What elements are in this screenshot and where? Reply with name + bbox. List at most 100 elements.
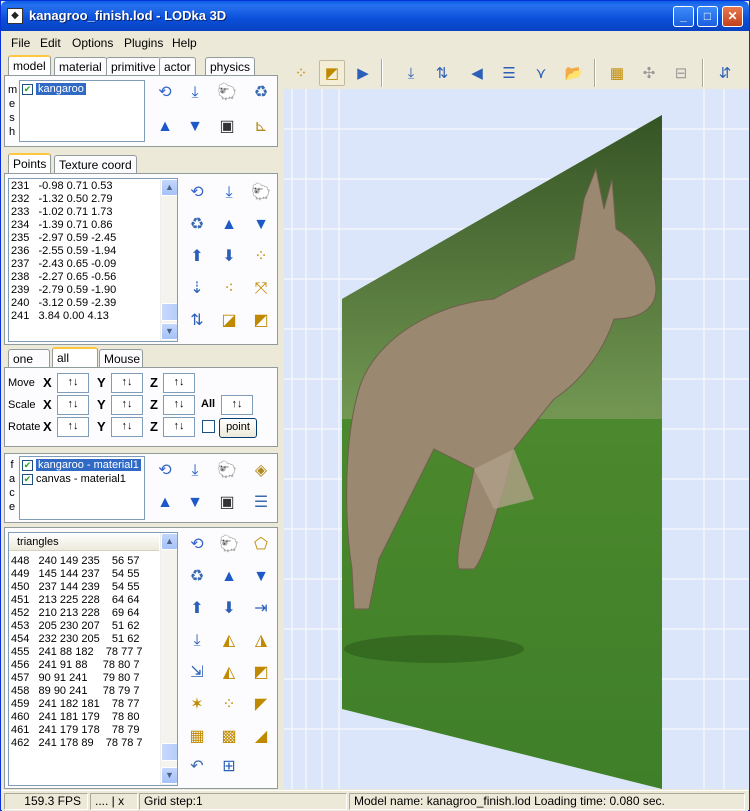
axis-icon[interactable]: ⊾: [249, 116, 273, 138]
tab-mouse[interactable]: Mouse: [99, 349, 143, 367]
move-z-spinner[interactable]: ↑↓: [163, 373, 195, 393]
table-row[interactable]: 450 237 144 239 54 55: [11, 581, 159, 594]
move-y-spinner[interactable]: ↑↓: [111, 373, 143, 393]
move-up-icon[interactable]: ▲: [217, 566, 241, 588]
close-button[interactable]: ✕: [722, 6, 743, 27]
list-icon[interactable]: ☰: [249, 492, 273, 514]
triangles-icon[interactable]: ◩: [319, 60, 345, 86]
move-up-icon[interactable]: ▲: [217, 214, 241, 236]
scale-all-spinner[interactable]: ↑↓: [221, 395, 253, 415]
triangles-scrollbar[interactable]: ▲ ▼: [160, 533, 177, 785]
list-item[interactable]: 237 -2.43 0.65 -0.09: [11, 258, 159, 271]
sheep-icon[interactable]: 🐑: [217, 534, 241, 556]
bucket-icon[interactable]: ♻: [185, 214, 209, 236]
triangles-list[interactable]: triangles 448 240 149 235 56 57 449 145 …: [8, 532, 178, 786]
tab-physics[interactable]: physics: [205, 57, 256, 75]
subdivide-icon[interactable]: ✶: [185, 694, 209, 716]
export-icon[interactable]: ⇥: [249, 598, 273, 620]
table-row[interactable]: 455 241 88 182 78 77 7: [11, 646, 159, 659]
points-list[interactable]: 231 -0.98 0.71 0.53 232 -1.32 0.50 2.79 …: [8, 178, 178, 342]
table-row[interactable]: 462 241 178 89 78 78 7: [11, 737, 159, 750]
table-row[interactable]: 452 210 213 228 69 64: [11, 607, 159, 620]
list-item[interactable]: 234 -1.39 0.71 0.86: [11, 219, 159, 232]
swap-icon[interactable]: ⇅: [429, 60, 455, 86]
tab-material[interactable]: material: [54, 57, 107, 75]
list-item[interactable]: 235 -2.97 0.59 -2.45: [11, 232, 159, 245]
scale-x-spinner[interactable]: ↑↓: [57, 395, 89, 415]
list-item[interactable]: 236 -2.55 0.59 -1.94: [11, 245, 159, 258]
import-icon[interactable]: ⤓: [183, 460, 207, 482]
list-item[interactable]: 233 -1.02 0.71 1.73: [11, 206, 159, 219]
triangles-header[interactable]: triangles: [9, 533, 159, 551]
rotate-x-spinner[interactable]: ↑↓: [57, 417, 89, 437]
scroll-thumb[interactable]: [161, 303, 177, 321]
undo-icon[interactable]: ↶: [185, 756, 209, 778]
disabled-tool-icon[interactable]: ✣: [636, 60, 662, 86]
tab-all[interactable]: all: [52, 347, 98, 367]
layout-grid-icon[interactable]: ▦: [604, 60, 630, 86]
title-bar[interactable]: ◆ kanagroo_finish.lod - LODka 3D _ □ ✕: [1, 1, 749, 31]
triangle-icon[interactable]: ◭: [217, 630, 241, 652]
rotate-icon[interactable]: ⟲: [153, 82, 177, 104]
cursor-icon[interactable]: ◤: [249, 694, 273, 716]
points-select-icon[interactable]: ⁘: [217, 694, 241, 716]
flip-icon[interactable]: ◢: [249, 726, 273, 748]
tab-points[interactable]: Points: [8, 153, 52, 173]
scroll-up-icon[interactable]: ▲: [161, 179, 177, 196]
scale-z-spinner[interactable]: ↑↓: [163, 395, 195, 415]
grid-up-icon[interactable]: ⬆: [185, 246, 209, 268]
swap-icon[interactable]: ⇅: [185, 310, 209, 332]
weld-icon[interactable]: ⤓: [185, 630, 209, 652]
move-down-icon[interactable]: ▼: [249, 214, 273, 236]
open-folder-icon[interactable]: 📂: [561, 60, 587, 86]
rotate-icon[interactable]: ⟲: [185, 534, 209, 556]
list-item[interactable]: 241 3.84 0.00 4.13: [11, 310, 159, 323]
table-row[interactable]: 454 232 230 205 51 62: [11, 633, 159, 646]
maximize-button[interactable]: □: [697, 6, 718, 27]
point-button[interactable]: point: [219, 418, 257, 438]
sheep-icon[interactable]: 🐑: [249, 182, 273, 204]
list-item[interactable]: ✔ canvas - material1: [22, 473, 142, 486]
select-add-icon[interactable]: ⋎: [528, 60, 554, 86]
bucket-icon[interactable]: ♻: [249, 82, 273, 104]
camera-icon[interactable]: ▣: [215, 492, 239, 514]
sort-icon[interactable]: ⇵: [712, 60, 738, 86]
select-list-icon[interactable]: ☰: [496, 60, 522, 86]
list-item[interactable]: 238 -2.27 0.65 -0.56: [11, 271, 159, 284]
grid-up-icon[interactable]: ⬆: [185, 598, 209, 620]
tab-actor[interactable]: actor: [159, 57, 196, 75]
triangle-rotate-icon[interactable]: ◮: [249, 630, 273, 652]
table-row[interactable]: 457 90 91 241 79 80 7: [11, 672, 159, 685]
mesh-item[interactable]: ✔ kangaroo: [22, 83, 142, 96]
tab-texture-coord[interactable]: Texture coord: [54, 155, 137, 173]
import-icon[interactable]: ⤓: [398, 60, 424, 86]
grid-down-icon[interactable]: ⬇: [217, 246, 241, 268]
table-row[interactable]: 448 240 149 235 56 57: [11, 555, 159, 568]
triangle-copy-icon[interactable]: ◩: [249, 662, 273, 684]
fill-icon[interactable]: ▩: [217, 726, 241, 748]
disabled-tool-icon[interactable]: ⊟: [668, 60, 694, 86]
scroll-thumb[interactable]: [161, 743, 177, 761]
triangle-icon[interactable]: ◭: [217, 662, 241, 684]
scroll-up-icon[interactable]: ▲: [161, 533, 177, 550]
table-row[interactable]: 461 241 179 178 78 79: [11, 724, 159, 737]
checkbox-icon[interactable]: ✔: [22, 83, 33, 95]
menu-file[interactable]: File: [11, 36, 30, 50]
tab-primitive[interactable]: primitive: [106, 57, 161, 75]
checkbox-icon[interactable]: ✔: [22, 473, 33, 485]
menu-plugins[interactable]: Plugins: [124, 36, 163, 50]
list-item[interactable]: ✔ kangaroo - material1: [22, 459, 142, 472]
list-item[interactable]: 232 -1.32 0.50 2.79: [11, 193, 159, 206]
merge-icon[interactable]: ⤧: [249, 278, 273, 300]
select-icon[interactable]: ◀: [464, 60, 490, 86]
sheep-icon[interactable]: 🐑: [215, 460, 239, 482]
rotate-icon[interactable]: ⟲: [153, 460, 177, 482]
list-item[interactable]: 231 -0.98 0.71 0.53: [11, 180, 159, 193]
sheep-icon[interactable]: 🐑: [215, 82, 239, 104]
move-down-icon[interactable]: ▼: [183, 116, 207, 138]
import-icon[interactable]: ⤓: [183, 82, 207, 104]
move-down-icon[interactable]: ▼: [249, 566, 273, 588]
camera-icon[interactable]: ⇲: [185, 662, 209, 684]
scroll-down-icon[interactable]: ▼: [161, 767, 177, 784]
face-list[interactable]: ✔ kangaroo - material1 ✔ canvas - material…: [19, 456, 145, 520]
